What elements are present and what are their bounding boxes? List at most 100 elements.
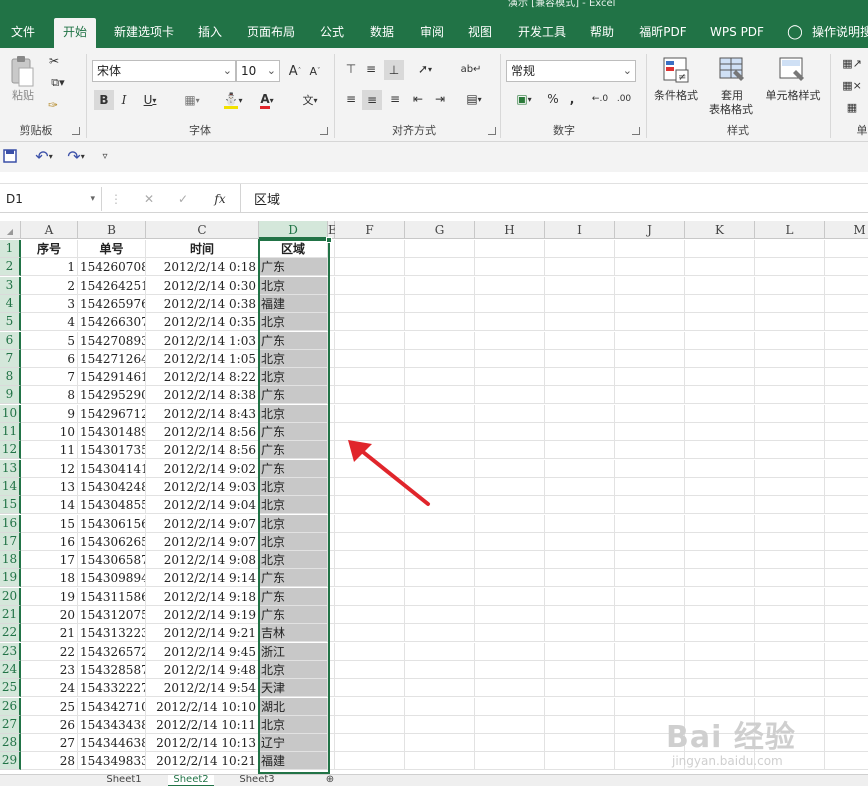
table-cell[interactable]: 154306265 xyxy=(78,532,146,551)
table-cell[interactable]: 154309894 xyxy=(78,569,146,588)
align-left-icon[interactable]: ≡ xyxy=(342,90,360,108)
table-cell[interactable]: 2012/2/14 8:43 xyxy=(146,404,259,423)
empty-cell[interactable] xyxy=(545,624,615,643)
table-cell[interactable]: 154311586 xyxy=(78,587,146,606)
region-cell[interactable]: 广东 xyxy=(259,606,328,624)
row-header[interactable]: 20 xyxy=(0,587,21,606)
empty-cell[interactable] xyxy=(825,734,868,753)
sheet-tab-2[interactable]: Sheet2 xyxy=(168,775,214,786)
empty-cell[interactable] xyxy=(825,643,868,661)
empty-cell[interactable] xyxy=(755,496,825,515)
table-cell[interactable]: 2012/2/14 9:54 xyxy=(146,679,259,698)
tab-page-layout[interactable]: 页面布局 xyxy=(242,18,300,48)
empty-cell[interactable] xyxy=(615,423,685,441)
region-cell[interactable]: 北京 xyxy=(259,514,328,533)
cell-styles-button[interactable]: 单元格样式 xyxy=(762,88,824,102)
empty-cell[interactable] xyxy=(335,331,405,350)
empty-cell[interactable] xyxy=(615,331,685,350)
empty-cell[interactable] xyxy=(615,386,685,405)
undo-icon[interactable]: ↶ ▾ xyxy=(30,146,58,166)
empty-cell[interactable] xyxy=(328,477,335,496)
row-header[interactable]: 15 xyxy=(0,496,21,515)
table-cell[interactable]: 2012/2/14 10:13 xyxy=(146,734,259,753)
empty-cell[interactable] xyxy=(328,587,335,606)
empty-cell[interactable] xyxy=(335,715,405,734)
phonetic-icon[interactable]: 文 ▾ xyxy=(294,90,326,110)
empty-cell[interactable] xyxy=(685,569,755,588)
table-cell[interactable]: 20 xyxy=(21,606,78,624)
empty-cell[interactable] xyxy=(405,679,475,698)
empty-cell[interactable] xyxy=(825,295,868,313)
empty-cell[interactable] xyxy=(328,459,335,478)
empty-cell[interactable] xyxy=(475,423,545,441)
empty-cell[interactable] xyxy=(328,368,335,387)
empty-cell[interactable] xyxy=(825,624,868,643)
empty-cell[interactable] xyxy=(405,752,475,771)
empty-cell[interactable] xyxy=(545,679,615,698)
region-cell[interactable]: 广东 xyxy=(259,423,328,441)
empty-cell[interactable] xyxy=(755,294,825,313)
empty-cell[interactable] xyxy=(825,606,868,624)
empty-cell[interactable] xyxy=(475,587,545,606)
region-cell[interactable]: 区域 xyxy=(259,240,328,258)
region-cell[interactable]: 广东 xyxy=(259,258,328,277)
empty-cell[interactable] xyxy=(755,569,825,588)
row-header[interactable]: 12 xyxy=(0,441,21,460)
empty-cell[interactable] xyxy=(328,276,335,295)
table-cell[interactable]: 154304855 xyxy=(78,496,146,515)
font-color-icon[interactable]: A ▾ xyxy=(252,90,282,110)
empty-cell[interactable] xyxy=(335,606,405,624)
empty-cell[interactable] xyxy=(328,404,335,423)
increase-indent-icon[interactable]: ⇥ xyxy=(430,90,450,108)
table-cell[interactable]: 24 xyxy=(21,679,78,698)
number-format-combo[interactable]: 常规 ⌄ xyxy=(506,60,636,82)
row-header[interactable]: 23 xyxy=(0,642,21,661)
row-header[interactable]: 26 xyxy=(0,697,21,716)
table-cell[interactable]: 时间 xyxy=(146,240,259,258)
table-cell[interactable]: 26 xyxy=(21,715,78,734)
table-cell[interactable]: 23 xyxy=(21,660,78,679)
empty-cell[interactable] xyxy=(405,532,475,551)
empty-cell[interactable] xyxy=(545,642,615,661)
empty-cell[interactable] xyxy=(615,532,685,551)
region-cell[interactable]: 广东 xyxy=(259,569,328,588)
empty-cell[interactable] xyxy=(405,313,475,332)
table-cell[interactable]: 2012/2/14 9:18 xyxy=(146,587,259,606)
empty-cell[interactable] xyxy=(685,642,755,661)
row-header[interactable]: 28 xyxy=(0,734,21,753)
empty-cell[interactable] xyxy=(475,569,545,588)
empty-cell[interactable] xyxy=(328,313,335,332)
tab-home[interactable]: 开始 xyxy=(54,18,96,48)
empty-cell[interactable] xyxy=(615,514,685,533)
empty-cell[interactable] xyxy=(405,276,475,295)
empty-cell[interactable] xyxy=(475,715,545,734)
table-cell[interactable]: 2012/2/14 8:38 xyxy=(146,386,259,405)
region-cell[interactable]: 北京 xyxy=(259,313,328,332)
empty-cell[interactable] xyxy=(328,441,335,460)
empty-cell[interactable] xyxy=(328,551,335,570)
column-header[interactable]: D xyxy=(259,221,328,239)
empty-cell[interactable] xyxy=(405,697,475,716)
table-cell[interactable]: 25 xyxy=(21,697,78,716)
empty-cell[interactable] xyxy=(328,349,335,368)
redo-icon[interactable]: ↷ ▾ xyxy=(62,146,90,166)
empty-cell[interactable] xyxy=(328,423,335,441)
empty-cell[interactable] xyxy=(545,477,615,496)
empty-cell[interactable] xyxy=(825,277,868,295)
table-cell[interactable]: 154291461 xyxy=(78,368,146,387)
table-cell[interactable]: 27 xyxy=(21,734,78,753)
column-header[interactable]: L xyxy=(755,221,825,239)
empty-cell[interactable] xyxy=(405,258,475,277)
empty-cell[interactable] xyxy=(685,606,755,624)
table-cell[interactable]: 154304141 xyxy=(78,459,146,478)
region-cell[interactable]: 北京 xyxy=(259,496,328,515)
empty-cell[interactable] xyxy=(615,569,685,588)
decrease-font-icon[interactable]: Aˇ xyxy=(306,60,324,82)
row-header[interactable]: 25 xyxy=(0,679,21,698)
empty-cell[interactable] xyxy=(475,240,545,258)
empty-cell[interactable] xyxy=(335,734,405,753)
empty-cell[interactable] xyxy=(545,459,615,478)
empty-cell[interactable] xyxy=(475,313,545,332)
italic-button[interactable]: I xyxy=(116,90,132,110)
empty-cell[interactable] xyxy=(335,313,405,332)
